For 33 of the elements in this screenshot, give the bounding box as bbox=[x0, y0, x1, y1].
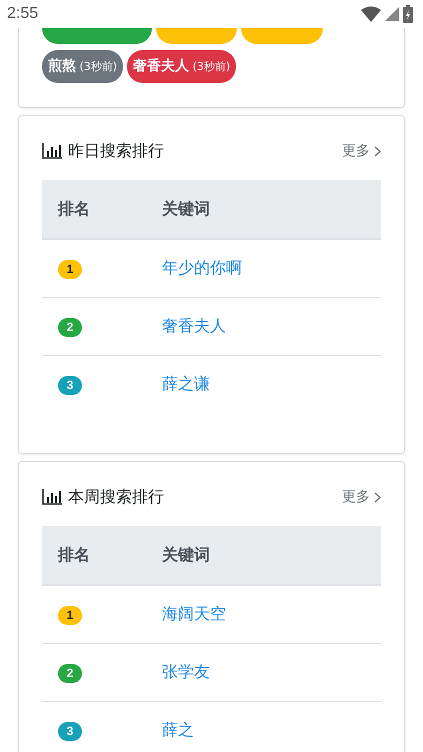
keyword-link[interactable]: 年少的你啊 bbox=[162, 258, 242, 277]
keyword-tag[interactable] bbox=[241, 28, 323, 44]
column-header: 排名 bbox=[42, 180, 146, 239]
rank-badge: 1 bbox=[58, 260, 82, 279]
section-title: 昨日搜索排行 bbox=[68, 140, 165, 162]
keyword-link[interactable]: 海阔天空 bbox=[162, 604, 226, 623]
column-header: 关键词 bbox=[146, 526, 381, 585]
clock: 2:55 bbox=[7, 5, 38, 23]
rank-badge: 3 bbox=[58, 722, 82, 741]
keyword-tag[interactable] bbox=[156, 28, 237, 44]
section-title: 本周搜索排行 bbox=[68, 486, 165, 508]
keyword-link[interactable]: 奢香夫人 bbox=[162, 316, 226, 335]
wifi-icon bbox=[361, 6, 381, 22]
more-link[interactable]: 更多 bbox=[342, 142, 381, 160]
rank-badge: 1 bbox=[58, 606, 82, 625]
more-link[interactable]: 更多 bbox=[342, 488, 381, 506]
chevron-right-icon bbox=[374, 492, 381, 502]
rank-badge: 3 bbox=[58, 376, 82, 395]
keyword-link[interactable]: 薛之谦 bbox=[162, 374, 210, 393]
keyword-tag[interactable]: 奢香夫人 (3秒前) bbox=[127, 50, 236, 83]
bar-chart-icon bbox=[42, 143, 62, 159]
chevron-right-icon bbox=[374, 146, 381, 156]
column-header: 关键词 bbox=[146, 180, 381, 239]
keyword-tag[interactable] bbox=[42, 28, 152, 44]
signal-icon bbox=[385, 7, 399, 21]
keyword-link[interactable]: 张学友 bbox=[162, 662, 210, 681]
keyword-tag[interactable]: 煎熬 (3秒前) bbox=[42, 50, 124, 83]
battery-icon bbox=[403, 5, 413, 23]
keyword-link[interactable]: 薛之 bbox=[162, 720, 194, 739]
rank-badge: 2 bbox=[58, 664, 82, 683]
column-header: 排名 bbox=[42, 526, 146, 585]
rank-badge: 2 bbox=[58, 318, 82, 337]
bar-chart-icon bbox=[42, 489, 62, 505]
